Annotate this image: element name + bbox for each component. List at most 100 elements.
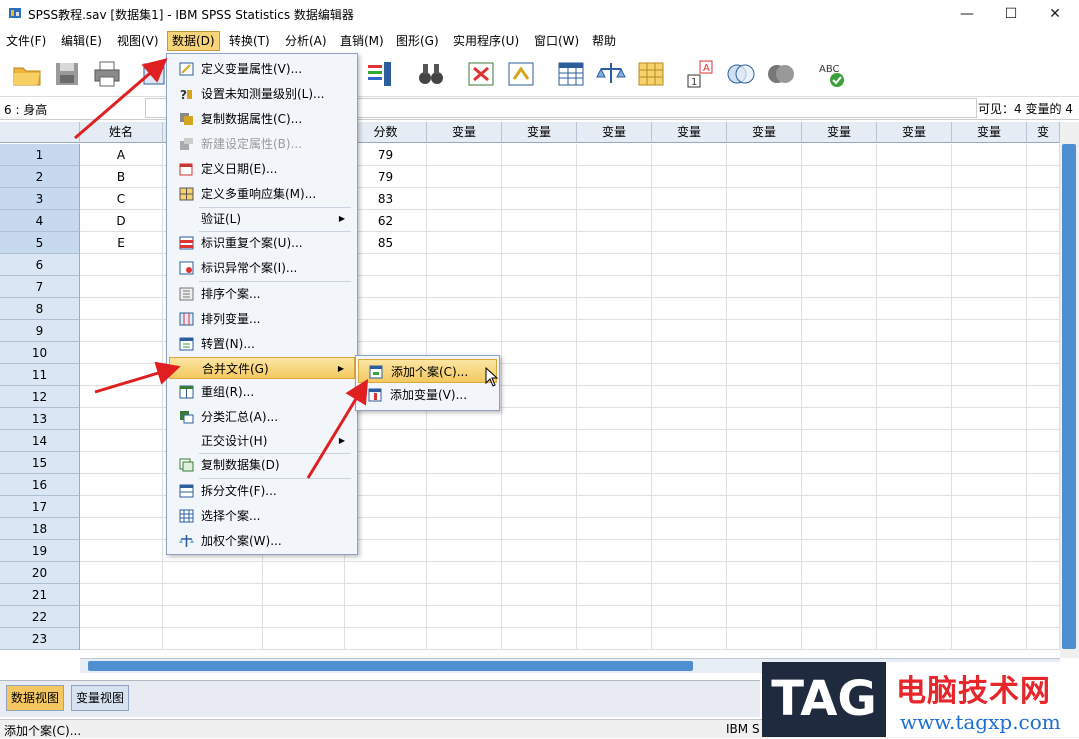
grid-cell[interactable] xyxy=(577,232,652,254)
grid-cell[interactable] xyxy=(727,210,802,232)
column-header[interactable]: 变量 xyxy=(802,122,877,143)
grid-cell[interactable] xyxy=(345,562,427,584)
grid-cell[interactable] xyxy=(1027,166,1060,188)
grid-cell[interactable] xyxy=(577,606,652,628)
grid-cell[interactable] xyxy=(345,606,427,628)
grid-cell[interactable] xyxy=(727,496,802,518)
grid-cell[interactable] xyxy=(727,232,802,254)
menu-item-multiple-response[interactable]: 定义多重响应集(M)... xyxy=(169,183,355,205)
grid-cell[interactable] xyxy=(727,320,802,342)
menu-item-identify-unusual[interactable]: 标识异常个案(I)... xyxy=(169,257,355,279)
split-file-icon[interactable] xyxy=(556,59,586,89)
grid-cell[interactable] xyxy=(802,386,877,408)
grid-cell[interactable] xyxy=(802,320,877,342)
grid-corner[interactable] xyxy=(0,122,80,143)
grid-cell[interactable] xyxy=(577,628,652,650)
grid-cell[interactable] xyxy=(652,232,727,254)
grid-cell[interactable] xyxy=(80,474,163,496)
grid-cell[interactable] xyxy=(577,540,652,562)
grid-cell[interactable] xyxy=(652,342,727,364)
grid-cell[interactable] xyxy=(877,298,952,320)
grid-cell[interactable] xyxy=(427,210,502,232)
grid-cell[interactable] xyxy=(802,364,877,386)
grid-cell[interactable] xyxy=(802,188,877,210)
use-sets-icon[interactable] xyxy=(726,59,756,89)
grid-cell[interactable] xyxy=(1027,232,1060,254)
grid-cell[interactable] xyxy=(427,430,502,452)
grid-cell[interactable] xyxy=(80,518,163,540)
tab-data-view[interactable]: 数据视图 xyxy=(6,685,65,711)
grid-cell[interactable] xyxy=(502,518,577,540)
grid-cell[interactable] xyxy=(802,342,877,364)
weight-cases-icon[interactable] xyxy=(596,59,626,89)
grid-cell[interactable] xyxy=(802,628,877,650)
grid-cell[interactable] xyxy=(502,496,577,518)
grid-cell[interactable] xyxy=(80,562,163,584)
grid-cell[interactable] xyxy=(345,628,427,650)
menu-data[interactable]: 数据(D) xyxy=(167,31,220,51)
grid-cell[interactable] xyxy=(727,144,802,166)
grid-cell[interactable] xyxy=(952,232,1027,254)
tab-variable-view[interactable]: 变量视图 xyxy=(71,685,130,711)
grid-cell[interactable] xyxy=(577,584,652,606)
grid-cell[interactable] xyxy=(427,320,502,342)
grid-cell[interactable] xyxy=(877,254,952,276)
grid-cell[interactable] xyxy=(577,254,652,276)
row-header[interactable]: 16 xyxy=(0,474,80,496)
insert-variable-icon[interactable] xyxy=(506,59,536,89)
menu-item-sort-variables[interactable]: 排列变量... xyxy=(169,308,355,330)
grid-cell[interactable] xyxy=(502,232,577,254)
grid-cell[interactable] xyxy=(1027,408,1060,430)
grid-cell[interactable] xyxy=(727,606,802,628)
grid-cell[interactable] xyxy=(502,628,577,650)
grid-cell[interactable] xyxy=(802,298,877,320)
grid-cell[interactable] xyxy=(952,518,1027,540)
grid-cell[interactable] xyxy=(952,276,1027,298)
grid-cell[interactable] xyxy=(163,606,263,628)
grid-cell[interactable] xyxy=(877,144,952,166)
grid-cell[interactable] xyxy=(427,166,502,188)
select-cases-icon[interactable] xyxy=(636,59,666,89)
grid-cell[interactable] xyxy=(652,144,727,166)
grid-cell[interactable] xyxy=(263,562,345,584)
grid-cell[interactable] xyxy=(1027,562,1060,584)
grid-cell[interactable] xyxy=(80,540,163,562)
menu-item-define-variable-properties[interactable]: 定义变量属性(V)... xyxy=(169,58,355,80)
grid-cell[interactable] xyxy=(652,254,727,276)
grid-cell[interactable] xyxy=(263,584,345,606)
grid-cell[interactable] xyxy=(652,628,727,650)
menu-item-identify-duplicates[interactable]: 标识重复个案(U)... xyxy=(169,232,355,254)
menu-item-validation[interactable]: 验证(L) ▶ xyxy=(169,208,355,230)
menu-edit[interactable]: 编辑(E) xyxy=(57,32,106,50)
grid-cell[interactable] xyxy=(427,232,502,254)
row-header[interactable]: 13 xyxy=(0,408,80,430)
grid-cell[interactable] xyxy=(802,606,877,628)
grid-cell[interactable] xyxy=(502,188,577,210)
column-header[interactable]: 变量 xyxy=(652,122,727,143)
grid-cell[interactable] xyxy=(502,166,577,188)
row-header[interactable]: 17 xyxy=(0,496,80,518)
grid-cell[interactable] xyxy=(952,144,1027,166)
row-header[interactable]: 20 xyxy=(0,562,80,584)
grid-cell[interactable] xyxy=(1027,254,1060,276)
grid-cell[interactable] xyxy=(577,562,652,584)
grid-cell[interactable] xyxy=(502,342,577,364)
grid-cell[interactable] xyxy=(802,584,877,606)
menu-analyze[interactable]: 分析(A) xyxy=(281,32,331,50)
grid-cell[interactable] xyxy=(502,430,577,452)
grid-cell[interactable] xyxy=(427,144,502,166)
grid-cell[interactable] xyxy=(952,254,1027,276)
grid-cell[interactable] xyxy=(877,320,952,342)
grid-cell[interactable] xyxy=(877,562,952,584)
grid-cell[interactable] xyxy=(652,518,727,540)
grid-cell[interactable] xyxy=(727,254,802,276)
row-header[interactable]: 4 xyxy=(0,210,80,232)
menu-transform[interactable]: 转换(T) xyxy=(225,32,274,50)
grid-cell[interactable] xyxy=(952,166,1027,188)
grid-cell[interactable] xyxy=(577,452,652,474)
vertical-scroll-thumb[interactable] xyxy=(1062,144,1076,649)
column-header[interactable]: 变量 xyxy=(877,122,952,143)
menu-item-define-dates[interactable]: 定义日期(E)... xyxy=(169,158,355,180)
grid-cell[interactable] xyxy=(1027,298,1060,320)
grid-cell[interactable] xyxy=(877,540,952,562)
